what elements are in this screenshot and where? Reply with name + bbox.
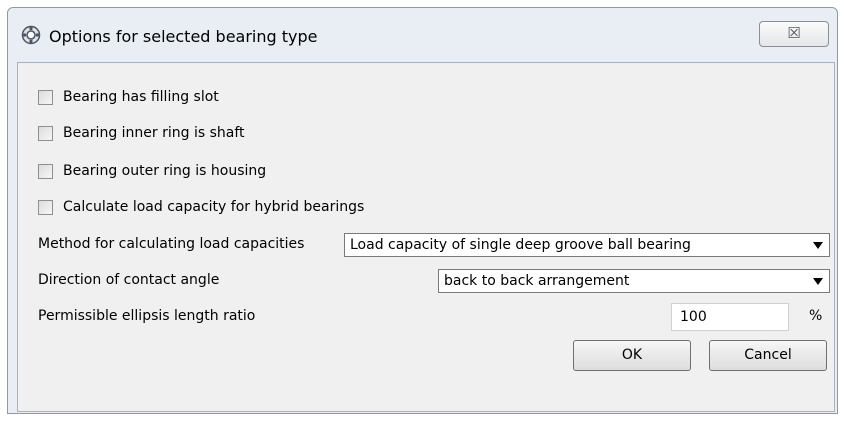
bearing-app-icon <box>21 25 41 45</box>
ok-button[interactable]: OK <box>573 340 691 371</box>
close-button[interactable]: ☒ <box>759 21 829 47</box>
contact-angle-dropdown-value: back to back arrangement <box>444 273 630 289</box>
options-dialog-window: Options for selected bearing type ☒ Bear… <box>7 7 838 414</box>
method-label: Method for calculating load capacities <box>38 236 305 252</box>
checkbox-box[interactable] <box>38 89 53 105</box>
contact-angle-label: Direction of contact angle <box>38 272 220 288</box>
dialog-content: Bearing has filling slot Bearing inner r… <box>17 62 835 412</box>
window-title: Options for selected bearing type <box>49 27 318 46</box>
method-dropdown-value: Load capacity of single deep groove ball… <box>350 237 691 253</box>
checkbox-label: Bearing outer ring is housing <box>63 163 267 179</box>
ellipsis-ratio-label: Permissible ellipsis length ratio <box>38 308 256 324</box>
ellipsis-ratio-unit: % <box>809 308 823 324</box>
checkbox-label: Bearing inner ring is shaft <box>63 125 245 141</box>
checkbox-outer-ring-housing[interactable]: Bearing outer ring is housing <box>38 161 266 181</box>
close-icon: ☒ <box>787 24 801 42</box>
chevron-down-icon <box>813 278 823 285</box>
checkbox-inner-ring-shaft[interactable]: Bearing inner ring is shaft <box>38 123 245 143</box>
checkbox-box[interactable] <box>38 125 53 141</box>
title-bar[interactable]: Options for selected bearing type ☒ <box>8 8 837 56</box>
checkbox-label: Bearing has filling slot <box>63 89 219 105</box>
ellipsis-ratio-input[interactable] <box>671 303 789 331</box>
cancel-button[interactable]: Cancel <box>709 340 827 371</box>
checkbox-filling-slot[interactable]: Bearing has filling slot <box>38 87 219 107</box>
checkbox-box[interactable] <box>38 163 53 179</box>
checkbox-box[interactable] <box>38 199 53 215</box>
method-dropdown[interactable]: Load capacity of single deep groove ball… <box>344 233 830 257</box>
contact-angle-dropdown[interactable]: back to back arrangement <box>438 269 830 293</box>
checkbox-hybrid-bearings[interactable]: Calculate load capacity for hybrid beari… <box>38 197 364 217</box>
chevron-down-icon <box>813 242 823 249</box>
checkbox-label: Calculate load capacity for hybrid beari… <box>63 199 365 215</box>
